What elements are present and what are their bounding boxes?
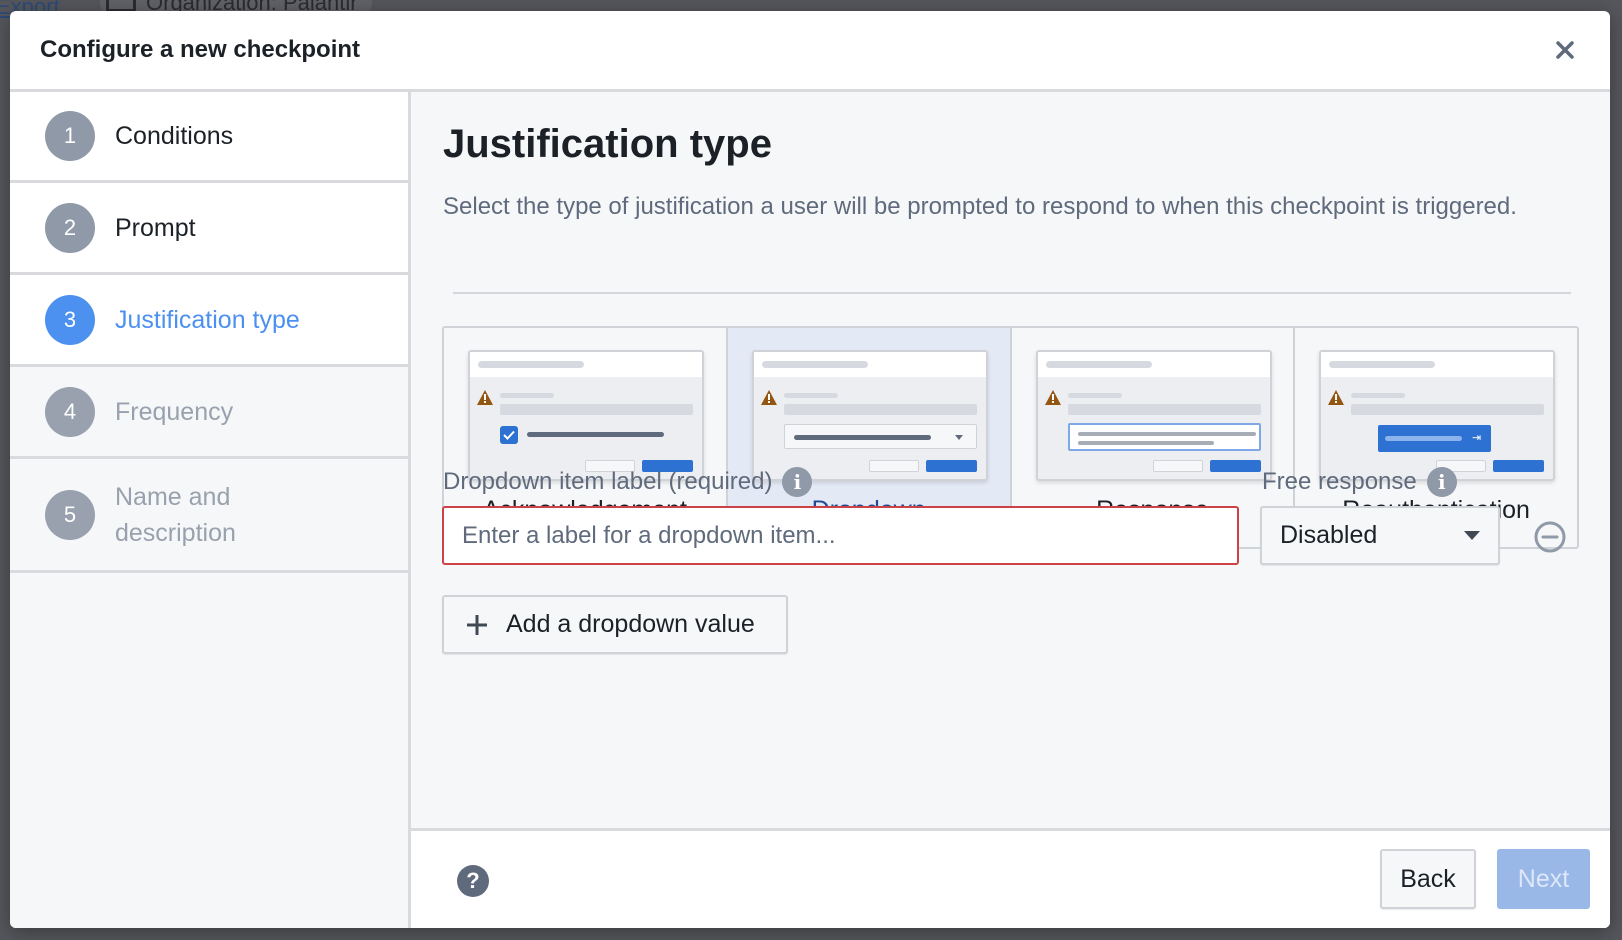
dialog-header: Configure a new checkpoint [10,11,1610,92]
info-icon[interactable]: i [782,467,813,497]
step-number-badge: 4 [45,386,95,437]
remove-item-button[interactable] [1533,520,1567,554]
warning-icon [1328,390,1345,405]
dropdown-item-input[interactable] [442,506,1239,565]
caret-down-icon [1464,531,1480,540]
close-button[interactable] [1550,35,1580,65]
step-label: Justification type [115,305,300,334]
step-number-badge: 2 [45,202,95,253]
checkbox-icon [500,426,518,444]
warning-icon [477,390,493,405]
remove-circle-icon [1534,521,1566,553]
acknowledgement-preview [468,350,704,481]
step-number-badge: 3 [45,294,95,345]
response-preview [1035,350,1272,481]
free-response-label-text: Free response [1262,468,1417,495]
dropdown-item-label-text: Dropdown item label (required) [443,468,773,495]
caret-down-icon [954,435,963,440]
free-response-select[interactable]: Disabled [1260,506,1500,565]
step-label: Frequency [115,397,234,426]
dialog-body: 1 Conditions 2 Prompt 3 Justification ty… [10,92,1610,928]
main-panel: Justification type Select the type of ju… [411,92,1610,928]
dialog-title: Configure a new checkpoint [40,36,361,63]
page-title: Justification type [443,122,772,166]
add-dropdown-value-button[interactable]: Add a dropdown value [442,595,788,654]
warning-icon [760,390,777,405]
configure-checkpoint-dialog: Configure a new checkpoint 1 Conditions … [10,11,1610,928]
dropdown-item-label: Dropdown item label (required) i [443,467,813,497]
warning-icon [1044,390,1061,405]
back-button[interactable]: Back [1380,849,1476,909]
steps-sidebar: 1 Conditions 2 Prompt 3 Justification ty… [10,92,411,928]
dialog-footer: ? Back Next [411,828,1610,928]
free-response-value: Disabled [1280,521,1378,549]
page-description: Select the type of justification a user … [443,193,1517,220]
close-icon [1556,41,1574,59]
step-number-badge: 5 [45,489,95,540]
step-frequency: 4 Frequency [10,367,408,459]
free-response-label: Free response i [1262,467,1457,497]
next-button[interactable]: Next [1497,849,1590,909]
step-label: Name and description [115,482,236,547]
step-prompt[interactable]: 2 Prompt [10,183,408,275]
step-label: Conditions [115,122,234,150]
step-label: Prompt [115,213,196,242]
reauthentication-preview: ⇥ [1319,350,1556,481]
log-in-icon: ⇥ [1472,432,1482,444]
info-icon[interactable]: i [1426,467,1457,497]
step-name-and-description: 5 Name and description [10,459,408,573]
add-dropdown-value-label: Add a dropdown value [506,610,755,638]
help-icon[interactable]: ? [457,865,489,897]
plus-icon [467,614,487,635]
dropdown-preview [751,350,988,481]
step-justification-type[interactable]: 3 Justification type [10,275,408,367]
justification-content: Justification type Select the type of ju… [441,92,1582,828]
step-number-badge: 1 [45,111,95,161]
step-conditions[interactable]: 1 Conditions [10,92,408,183]
divider [453,292,1571,294]
